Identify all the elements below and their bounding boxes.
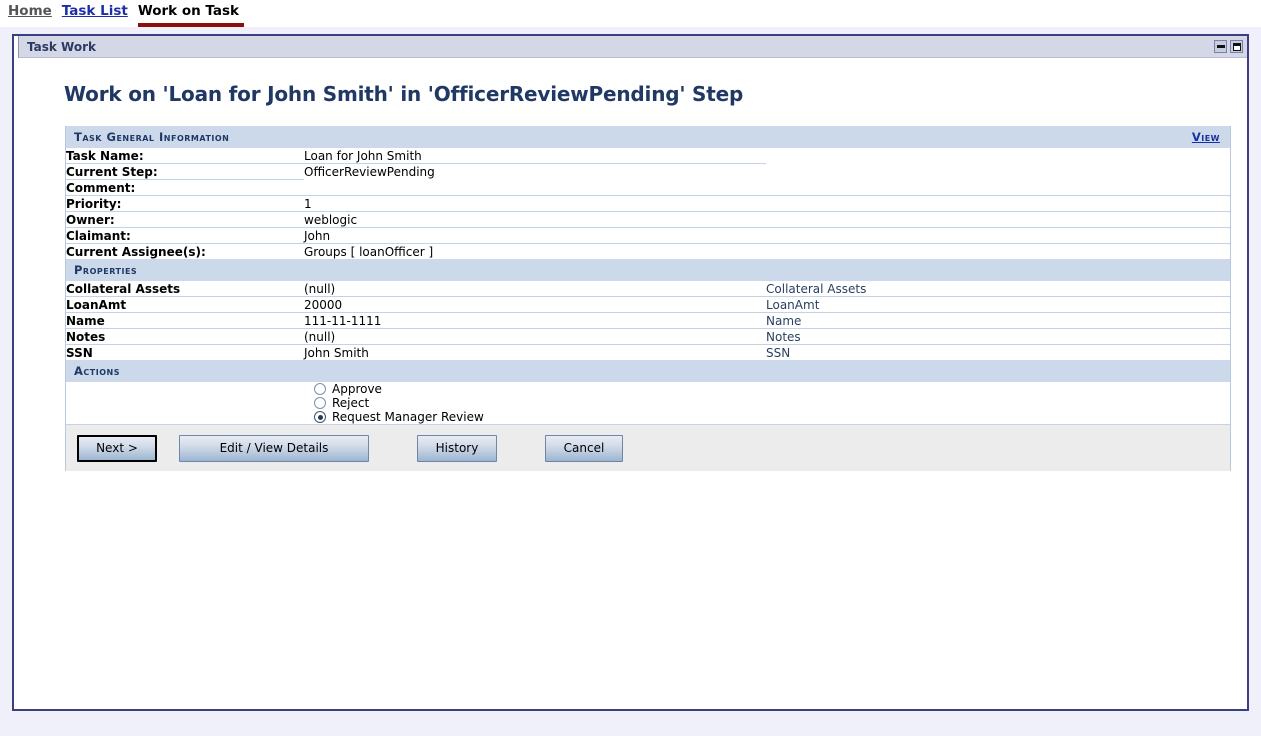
table-row-current-assignees: Current Assignee(s): Groups [ loanOffice… — [66, 244, 1230, 260]
table-row-prop-loanamt: LoanAmt 20000 LoanAmt — [66, 296, 1231, 313]
portlet-body: Work on 'Loan for John Smith' in 'Office… — [14, 58, 1247, 471]
task-detail-table: Task General Information View Task Name:… — [66, 126, 1231, 424]
field-aux-priority — [766, 195, 1231, 212]
history-button[interactable]: History — [417, 434, 497, 462]
field-value-current-step: OfficerReviewPending — [304, 164, 435, 179]
prop-aux-name: Name — [766, 312, 1231, 329]
prop-value-notes: (null) — [304, 328, 767, 345]
next-button[interactable]: Next > — [77, 434, 157, 462]
field-label-comment: Comment: — [66, 179, 304, 196]
prop-label-ssn: SSN — [66, 345, 93, 360]
field-aux-task-name — [766, 148, 1230, 164]
edit-view-details-button[interactable]: Edit / View Details — [179, 434, 369, 462]
field-value-owner: weblogic — [304, 211, 767, 228]
prop-aux-collateral-assets: Collateral Assets — [766, 281, 1231, 297]
task-work-portlet: Task Work Work on 'Loan for John Smith' … — [12, 34, 1249, 711]
section-header-properties: Properties — [66, 259, 1231, 281]
table-row-prop-collateral-assets: Collateral Assets (null) Collateral Asse… — [66, 281, 1231, 297]
header-gap — [0, 27, 1261, 34]
breadcrumb-item-task-list[interactable]: Task List — [62, 0, 133, 24]
prop-value-name: 111-11-1111 — [304, 312, 767, 329]
maximize-icon[interactable] — [1230, 40, 1243, 53]
field-value-comment — [304, 179, 767, 196]
table-row-claimant: Claimant: John — [66, 227, 1231, 244]
field-label-owner: Owner: — [66, 211, 304, 228]
radio-approve[interactable] — [314, 383, 326, 395]
table-row-task-name: Task Name: Loan for John Smith — [66, 148, 1230, 164]
section-title-properties: Properties — [74, 263, 138, 277]
portlet-titlebar: Task Work — [14, 35, 1247, 58]
action-row-reject: Reject — [66, 396, 1230, 410]
section-header-general: Task General Information View — [66, 126, 1231, 148]
prop-aux-ssn: SSN — [766, 345, 791, 360]
radio-request-manager-review[interactable] — [314, 411, 326, 423]
task-detail-panel: Task General Information View Task Name:… — [65, 126, 1231, 471]
portlet-title: Task Work — [27, 39, 96, 54]
action-cell-request-manager-review: Request Manager Review — [66, 410, 766, 424]
breadcrumb-item-work-on-task[interactable]: Work on Task — [137, 0, 245, 27]
action-button-bar: Next > Edit / View Details History Cance… — [66, 424, 1230, 471]
table-row-current-step: Current Step: OfficerReviewPending — [66, 163, 1230, 180]
cancel-button[interactable]: Cancel — [545, 434, 623, 462]
field-label-current-step: Current Step: — [66, 163, 304, 180]
action-cell-approve: Approve — [66, 382, 766, 396]
minimize-icon[interactable] — [1214, 40, 1227, 53]
action-aux-request-manager-review — [766, 410, 1230, 424]
table-row-prop-name: Name 111-11-1111 Name — [66, 312, 1231, 329]
prop-value-ssn: John Smith — [304, 345, 369, 360]
window-controls — [1214, 40, 1243, 53]
prop-value-loanamt: 20000 — [304, 296, 767, 313]
section-title-general: Task General Information — [74, 130, 230, 144]
action-row-request-manager-review: Request Manager Review — [66, 410, 1230, 424]
radio-label-request-manager-review[interactable]: Request Manager Review — [332, 410, 484, 424]
prop-label-name: Name — [66, 312, 304, 329]
field-aux-comment — [766, 179, 1231, 196]
field-aux-current-step — [766, 164, 1230, 180]
field-aux-owner — [766, 211, 1231, 228]
prop-label-collateral-assets: Collateral Assets — [66, 281, 304, 297]
action-row-approve: Approve — [66, 382, 1230, 396]
breadcrumb-item-home[interactable]: Home — [8, 0, 57, 24]
field-label-task-name: Task Name: — [66, 148, 304, 164]
prop-label-loanamt: LoanAmt — [66, 296, 304, 313]
table-row-prop-notes: Notes (null) Notes — [66, 328, 1231, 345]
table-row-prop-ssn: SSN John Smith SSN — [66, 345, 1230, 361]
field-label-priority: Priority: — [66, 195, 304, 212]
field-aux-claimant — [766, 227, 1231, 244]
radio-label-reject[interactable]: Reject — [332, 396, 369, 410]
field-value-current-assignees: Groups [ loanOfficer ] — [304, 244, 434, 259]
field-aux-current-assignees — [766, 244, 1230, 260]
view-link-cell: View — [766, 126, 1230, 148]
action-cell-reject: Reject — [66, 396, 766, 410]
page-title: Work on 'Loan for John Smith' in 'Office… — [64, 82, 744, 106]
view-link[interactable]: View — [1192, 130, 1220, 144]
prop-value-collateral-assets: (null) — [304, 281, 767, 297]
prop-label-notes: Notes — [66, 328, 304, 345]
breadcrumb: Home Task List Work on Task — [0, 0, 1261, 27]
radio-label-approve[interactable]: Approve — [332, 382, 382, 396]
table-row-comment: Comment: — [66, 179, 1231, 196]
field-value-priority: 1 — [304, 195, 767, 212]
field-value-task-name: Loan for John Smith — [304, 148, 767, 164]
section-header-actions: Actions — [66, 360, 1231, 382]
action-aux-reject — [766, 396, 1230, 410]
section-title-actions: Actions — [74, 364, 120, 378]
radio-reject[interactable] — [314, 397, 326, 409]
prop-aux-notes: Notes — [766, 328, 1231, 345]
action-aux-approve — [766, 382, 1230, 396]
prop-aux-loanamt: LoanAmt — [766, 296, 1231, 313]
field-label-claimant: Claimant: — [66, 227, 304, 244]
table-row-priority: Priority: 1 — [66, 195, 1231, 212]
field-value-claimant: John — [304, 227, 767, 244]
table-row-owner: Owner: weblogic — [66, 211, 1231, 228]
field-label-current-assignees: Current Assignee(s): — [66, 244, 206, 259]
